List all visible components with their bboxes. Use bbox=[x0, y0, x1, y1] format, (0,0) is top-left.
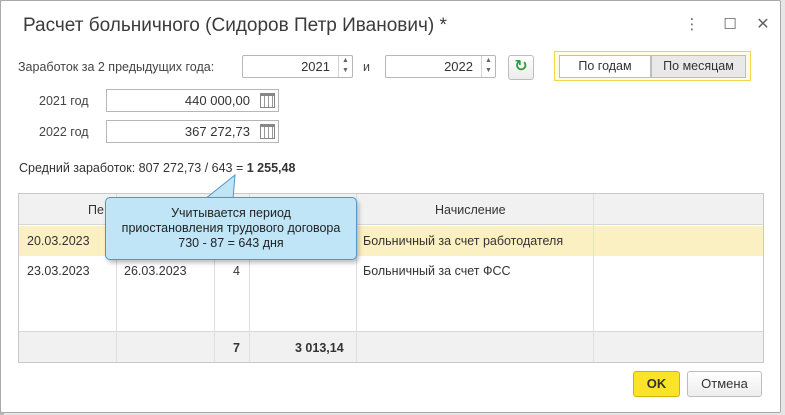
row-date-to: 26.03.2023 bbox=[124, 264, 187, 278]
year1-value: 2021 bbox=[301, 59, 330, 74]
year1-arrows[interactable]: ▲ ▼ bbox=[338, 56, 352, 77]
row-date-from: 23.03.2023 bbox=[27, 264, 90, 278]
calculator-icon[interactable] bbox=[260, 93, 275, 108]
column-accrual[interactable]: Начисление bbox=[435, 203, 506, 217]
year1-label: 2021 год bbox=[39, 94, 89, 108]
toggle-by-months[interactable]: По месяцам bbox=[651, 55, 746, 78]
footer-amount: 3 013,14 bbox=[295, 341, 344, 355]
average-formula: Средний заработок: 807 272,73 / 643 = bbox=[19, 161, 247, 175]
year1-amount-field[interactable]: 440 000,00 bbox=[106, 89, 279, 112]
year2-stepper[interactable]: 2022 ▲ ▼ bbox=[385, 55, 496, 78]
table-footer: 7 3 013,14 bbox=[19, 331, 763, 362]
row-accrual: Больничный за счет работодателя bbox=[363, 234, 564, 248]
spin-down-icon[interactable]: ▼ bbox=[482, 66, 495, 76]
tooltip-line: 730 - 87 = 643 дня bbox=[178, 236, 284, 250]
refresh-icon: ↻ bbox=[514, 58, 528, 75]
ok-button[interactable]: OK bbox=[633, 371, 680, 397]
footer-days: 7 bbox=[233, 341, 240, 355]
column-divider bbox=[593, 194, 594, 362]
window-title: Расчет больничного (Сидоров Петр Иванови… bbox=[23, 15, 447, 36]
close-icon[interactable]: ✕ bbox=[755, 17, 771, 33]
row-accrual: Больничный за счет ФСС bbox=[363, 264, 511, 278]
and-label: и bbox=[363, 60, 370, 74]
calculator-icon[interactable] bbox=[260, 124, 275, 139]
spin-up-icon[interactable]: ▲ bbox=[482, 56, 495, 66]
year2-amount-field[interactable]: 367 272,73 bbox=[106, 120, 279, 143]
year2-label: 2022 год bbox=[39, 125, 89, 139]
year1-stepper[interactable]: 2021 ▲ ▼ bbox=[242, 55, 353, 78]
dialog-window: Расчет больничного (Сидоров Петр Иванови… bbox=[0, 0, 781, 413]
year2-value: 2022 bbox=[444, 59, 473, 74]
maximize-icon[interactable]: ☐ bbox=[722, 17, 738, 33]
toggle-by-years[interactable]: По годам bbox=[559, 55, 651, 78]
more-vertical-icon[interactable]: ⋮ bbox=[684, 17, 700, 33]
spin-up-icon[interactable]: ▲ bbox=[339, 56, 352, 66]
row-date-from: 20.03.2023 bbox=[27, 234, 90, 248]
earnings-label: Заработок за 2 предыдущих года: bbox=[18, 60, 215, 74]
year1-amount: 440 000,00 bbox=[184, 93, 250, 108]
table-row[interactable]: 23.03.2023 26.03.2023 4 Больничный за сч… bbox=[19, 256, 763, 286]
refresh-button[interactable]: ↻ bbox=[508, 55, 534, 80]
average-result: 1 255,48 bbox=[246, 161, 296, 175]
year2-amount: 367 272,73 bbox=[184, 124, 250, 139]
year2-arrows[interactable]: ▲ ▼ bbox=[481, 56, 495, 77]
tooltip-line: приостановления трудового договора bbox=[121, 221, 341, 235]
period-toggle: По годам По месяцам bbox=[554, 51, 751, 81]
tooltip-line: Учитывается период bbox=[171, 206, 291, 220]
row-days: 4 bbox=[233, 264, 240, 278]
average-earnings: Средний заработок: 807 272,73 / 643 = 1 … bbox=[19, 161, 295, 175]
spin-down-icon[interactable]: ▼ bbox=[339, 66, 352, 76]
column-period[interactable]: Пе bbox=[88, 203, 104, 217]
cancel-button[interactable]: Отмена bbox=[687, 371, 762, 397]
info-tooltip: Учитывается период приостановления трудо… bbox=[105, 197, 357, 260]
